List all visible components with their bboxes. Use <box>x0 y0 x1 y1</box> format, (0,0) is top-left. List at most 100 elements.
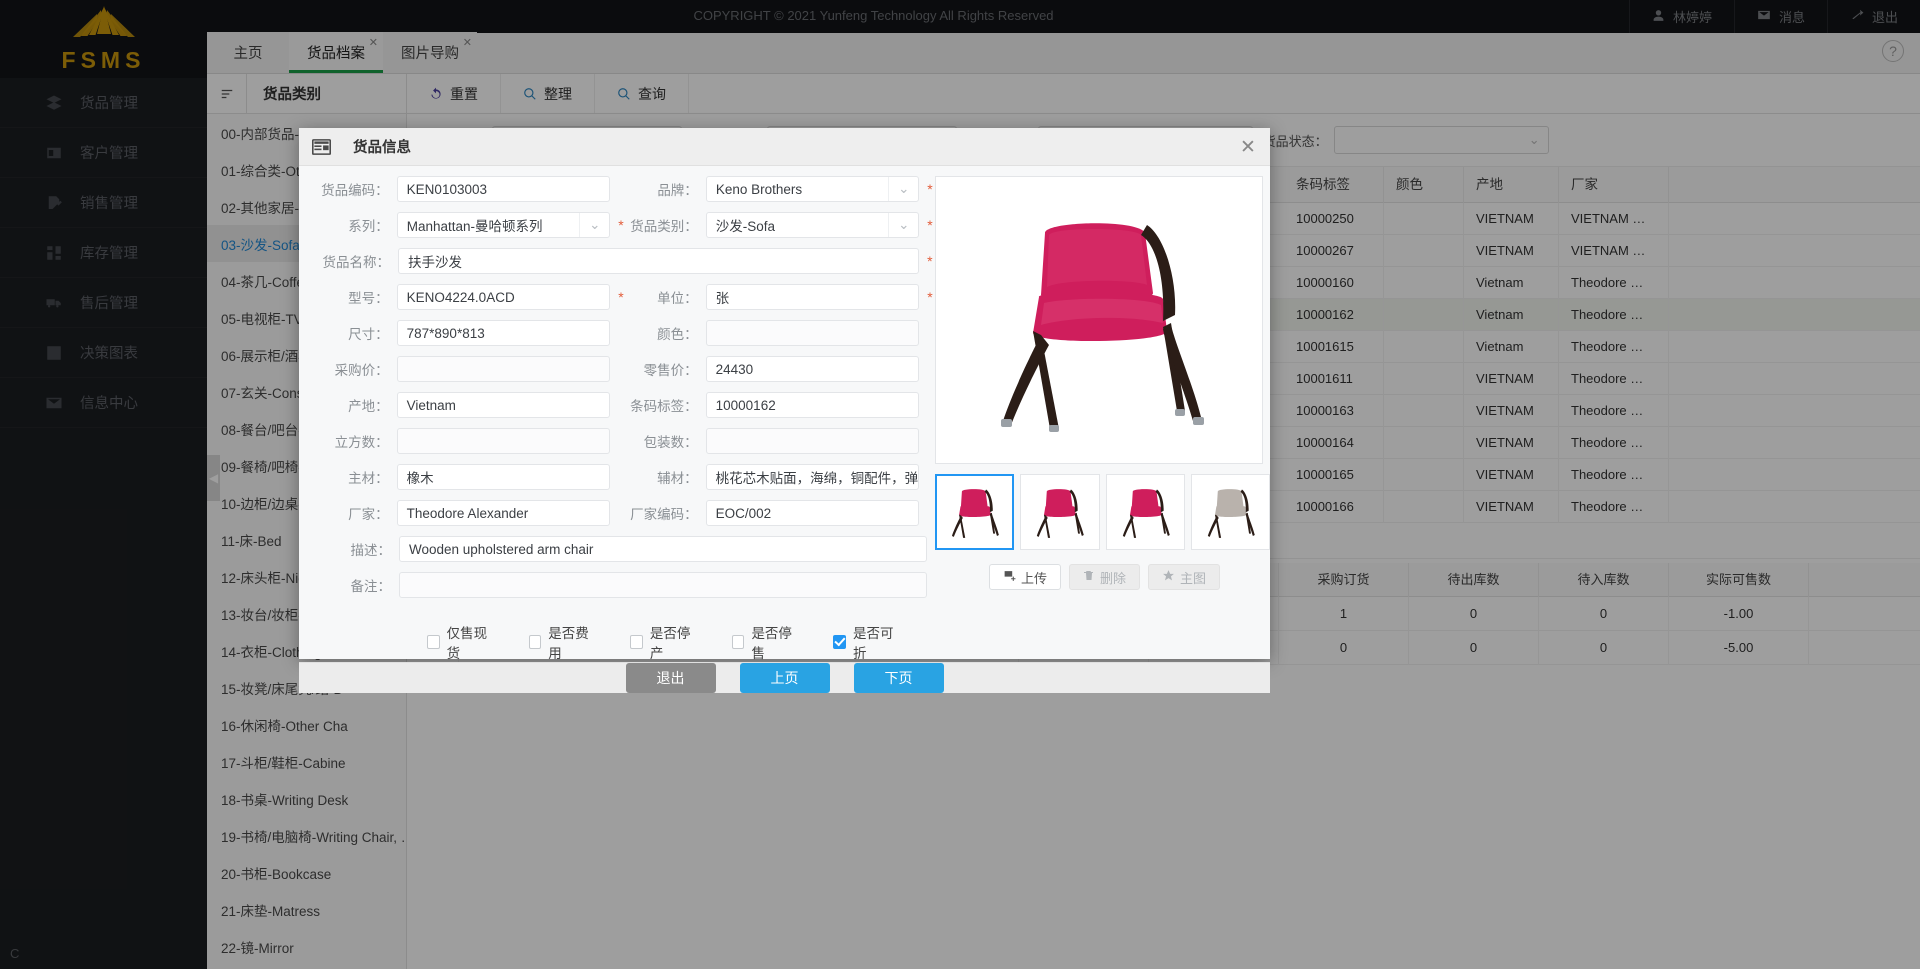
field-row-series-category: 系列： Manhattan-曼哈顿系列 ⌄ * 货品类别： 沙发-Sofa ⌄ … <box>317 212 935 238</box>
main-image-label: 主图 <box>1180 570 1207 586</box>
delete-label: 删除 <box>1100 570 1127 586</box>
image-thumbnail[interactable] <box>935 474 1015 550</box>
package-count-input[interactable] <box>705 428 920 454</box>
goods-form: 货品编码： KEN0103003 品牌： Keno Brothers ⌄ * 系… <box>299 176 935 662</box>
purchase-price-label: 采购价： <box>334 363 389 378</box>
code-input[interactable]: KEN0103003 <box>396 176 611 202</box>
barcode-label: 条码标签： <box>630 399 698 414</box>
option-label: 仅售现货 <box>446 626 488 661</box>
chevron-down-icon: ⌄ <box>579 213 609 237</box>
prev-page-button[interactable]: 上页 <box>739 663 830 693</box>
thumbnail-strip <box>935 474 1270 550</box>
field-row-description: 描述： Wooden upholstered arm chair <box>317 536 935 562</box>
volume-input[interactable] <box>396 428 611 454</box>
required-star: * <box>618 289 624 305</box>
close-icon[interactable]: ✕ <box>1238 137 1258 157</box>
upload-label: 上传 <box>1021 570 1048 586</box>
next-page-button[interactable]: 下页 <box>853 663 944 693</box>
brand-value: Keno Brothers <box>715 181 803 197</box>
description-input[interactable]: Wooden upholstered arm chair <box>399 536 927 562</box>
option-label: 是否停售 <box>751 626 792 661</box>
color-label: 颜色： <box>657 327 698 342</box>
field-row-manufacturer: 厂家： Theodore Alexander 厂家编码： EOC/002 <box>317 500 935 526</box>
required-star: * <box>927 253 933 269</box>
category-label: 货品类别： <box>630 219 698 234</box>
option-label: 是否费用 <box>548 626 589 661</box>
chevron-down-icon: ⌄ <box>888 213 918 237</box>
remark-label: 备注： <box>350 579 392 594</box>
dialog-header: 货品信息 ✕ <box>299 128 1270 166</box>
option-label: 是否可折 <box>853 626 894 661</box>
exit-button[interactable]: 退出 <box>625 663 716 693</box>
dialog-title: 货品信息 <box>353 140 411 156</box>
field-row-origin-barcode: 产地： Vietnam 条码标签： 10000162 <box>317 392 935 418</box>
option-checkbox[interactable]: 仅售现货 <box>427 622 495 662</box>
brand-label: 品牌： <box>657 183 698 198</box>
field-row-remark: 备注： <box>317 572 935 598</box>
aux-material-label: 辅材： <box>657 471 698 486</box>
field-row-volume-package: 立方数： 包装数： <box>317 428 935 454</box>
checkbox-icon[interactable] <box>630 635 643 649</box>
dialog-footer: 退出 上页 下页 <box>299 662 1270 693</box>
volume-label: 立方数： <box>334 435 389 450</box>
options-checkbox-row: 仅售现货 是否费用 是否停产 是否停售 是否可折 <box>317 608 935 662</box>
series-select[interactable]: Manhattan-曼哈顿系列 ⌄ <box>396 212 611 238</box>
image-thumbnail[interactable] <box>1190 474 1270 550</box>
size-input[interactable]: 787*890*813 <box>396 320 611 346</box>
size-label: 尺寸： <box>348 327 389 342</box>
field-row-size-color: 尺寸： 787*890*813 颜色： <box>317 320 935 346</box>
origin-input[interactable]: Vietnam <box>396 392 611 418</box>
option-label: 是否停产 <box>649 626 691 661</box>
color-input[interactable] <box>705 320 920 346</box>
required-star: * <box>927 217 933 233</box>
image-panel: 上传 删除 主图 <box>935 176 1270 662</box>
required-star: * <box>927 289 933 305</box>
field-row-name: 货品名称： 扶手沙发 * <box>317 248 935 274</box>
main-material-label: 主材： <box>348 471 389 486</box>
name-input[interactable]: 扶手沙发 <box>398 248 920 274</box>
option-checkbox[interactable]: 是否可折 <box>833 622 901 662</box>
series-value: Manhattan-曼哈顿系列 <box>406 219 543 234</box>
upload-button[interactable]: 上传 <box>989 564 1062 590</box>
checkbox-icon[interactable] <box>427 635 440 649</box>
option-checkbox[interactable]: 是否费用 <box>528 622 597 662</box>
field-row-model-unit: 型号： KENO4224.0ACD * 单位： 张 * <box>317 284 935 310</box>
image-thumbnail[interactable] <box>1020 474 1100 550</box>
purchase-price-input[interactable] <box>396 356 611 382</box>
chevron-down-icon: ⌄ <box>888 177 918 201</box>
description-label: 描述： <box>350 543 392 558</box>
remark-input[interactable] <box>399 572 927 598</box>
unit-input[interactable]: 张 <box>705 284 920 310</box>
brand-select[interactable]: Keno Brothers ⌄ <box>705 176 920 202</box>
delete-image-button[interactable]: 删除 <box>1069 564 1141 590</box>
model-input[interactable]: KENO4224.0ACD <box>396 284 611 310</box>
image-thumbnail[interactable] <box>1105 474 1185 550</box>
manufacturer-input[interactable]: Theodore Alexander <box>396 500 611 526</box>
form-window-icon <box>303 128 339 166</box>
manufacturer-code-input[interactable]: EOC/002 <box>705 500 920 526</box>
unit-label: 单位： <box>657 291 698 306</box>
image-action-bar: 上传 删除 主图 <box>935 564 1270 590</box>
manufacturer-code-label: 厂家编码： <box>630 507 698 522</box>
option-checkbox[interactable]: 是否停产 <box>630 622 698 662</box>
origin-label: 产地： <box>348 399 389 414</box>
manufacturer-label: 厂家： <box>348 507 389 522</box>
option-checkbox[interactable]: 是否停售 <box>731 622 800 662</box>
set-main-image-button[interactable]: 主图 <box>1148 564 1221 590</box>
field-row-materials: 主材： 橡木 辅材： 桃花芯木贴面，海绵，铜配件，弹簧，合成 <box>317 464 935 490</box>
category-select[interactable]: 沙发-Sofa ⌄ <box>705 212 920 238</box>
goods-info-dialog: 货品信息 ✕ 货品编码： KEN0103003 品牌： Keno Brother… <box>299 128 1270 693</box>
main-material-input[interactable]: 橡木 <box>396 464 611 490</box>
aux-material-input[interactable]: 桃花芯木贴面，海绵，铜配件，弹簧，合成 <box>705 464 920 490</box>
retail-price-label: 零售价： <box>643 363 698 378</box>
retail-price-input[interactable]: 24430 <box>705 356 920 382</box>
name-label: 货品名称： <box>322 255 391 270</box>
checkbox-icon[interactable] <box>528 635 542 649</box>
barcode-input[interactable]: 10000162 <box>705 392 920 418</box>
upload-image-icon <box>1003 569 1016 585</box>
field-row-code-brand: 货品编码： KEN0103003 品牌： Keno Brothers ⌄ * <box>317 176 935 202</box>
checkbox-icon[interactable] <box>731 635 745 649</box>
series-label: 系列： <box>348 219 389 234</box>
star-icon <box>1162 569 1175 585</box>
checkbox-checked-icon[interactable] <box>833 635 847 649</box>
